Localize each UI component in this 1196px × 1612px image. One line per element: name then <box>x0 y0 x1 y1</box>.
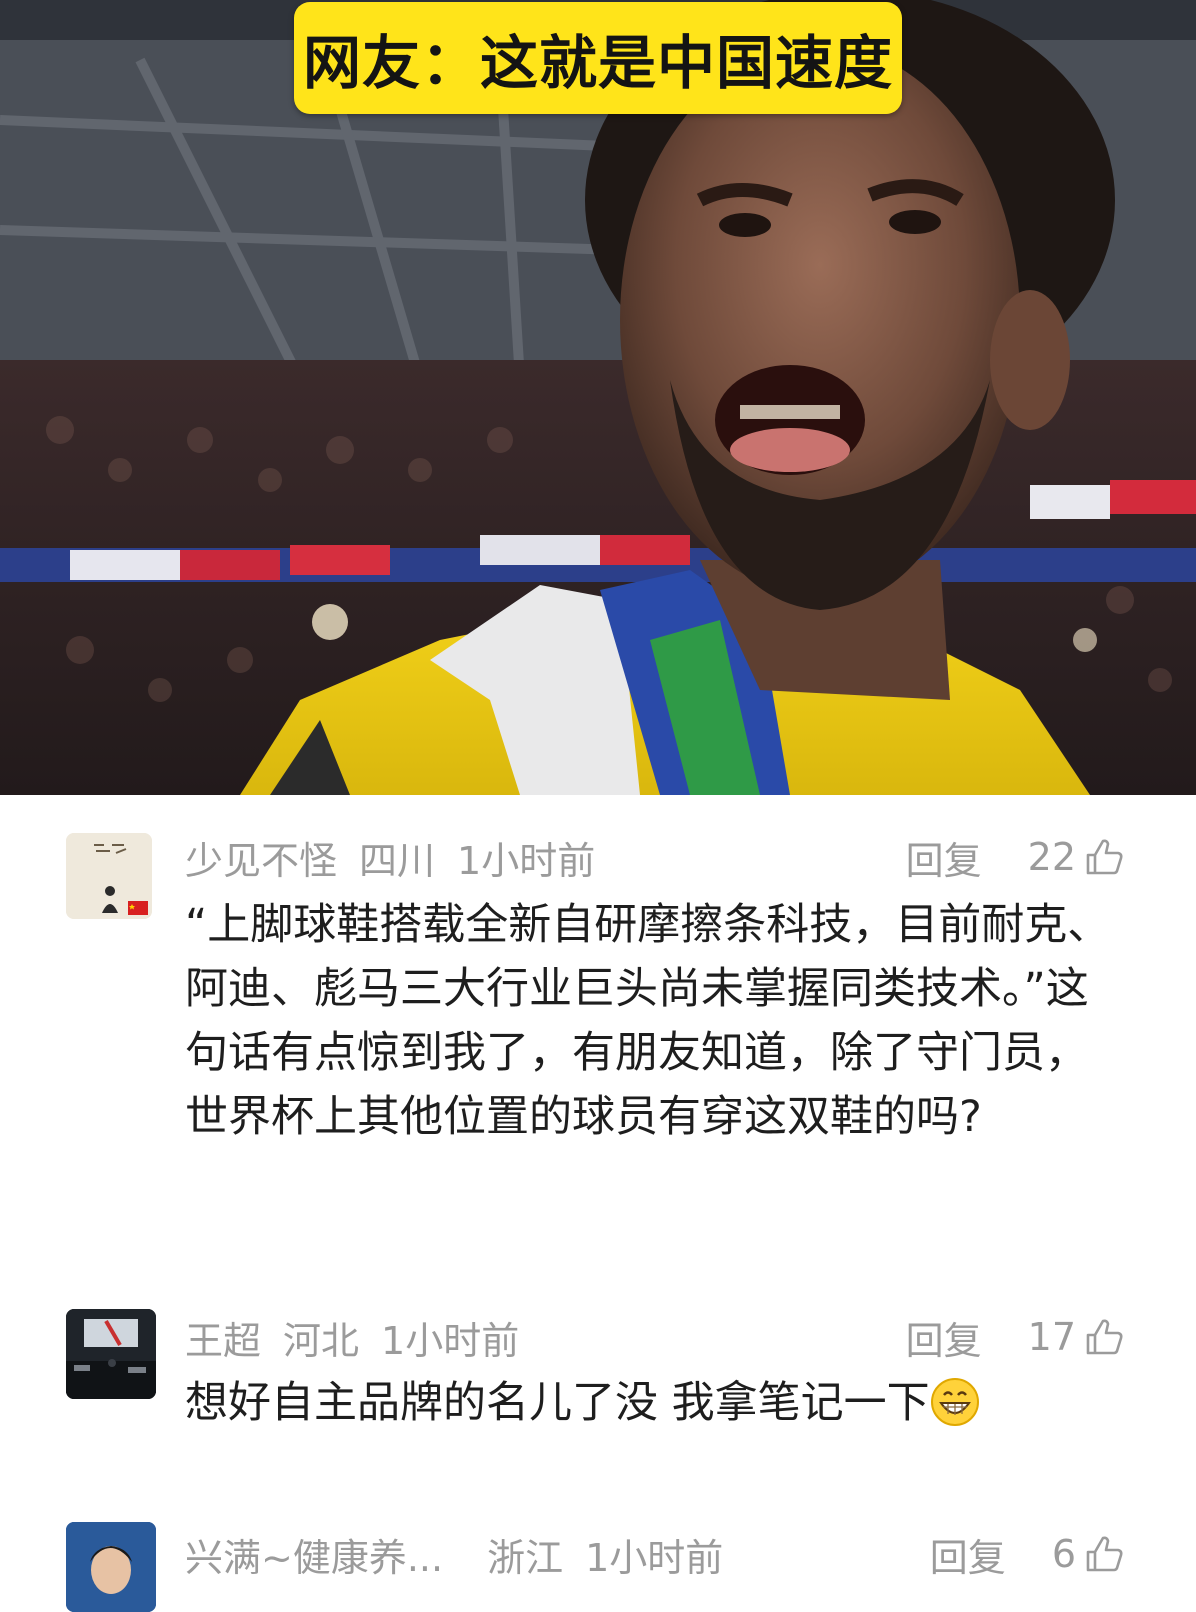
thumbs-up-icon[interactable] <box>1082 835 1126 879</box>
commenter-region: 四川 <box>359 838 436 883</box>
commenter-region: 浙江 <box>487 1535 564 1580</box>
comment-meta: 兴满~健康养... 浙江 1小时前 <box>185 1526 723 1582</box>
comment-actions: 回复 17 <box>906 1309 1126 1365</box>
avatar-man-portrait-icon <box>66 1522 156 1612</box>
like-count: 22 <box>1027 835 1076 879</box>
comment-text: 想好自主品牌的名儿了没 我拿笔记一下 <box>185 1378 930 1428</box>
comment-text-container: 想好自主品牌的名儿了没 我拿笔记一下 <box>185 1371 1125 1435</box>
comment-meta: 王超 河北 1小时前 <box>185 1309 519 1365</box>
hero-photo: 网友：这就是中国速度 <box>0 0 1196 795</box>
caption-text: 网友：这就是中国速度 <box>302 29 893 97</box>
caption-badge: 网友：这就是中国速度 <box>294 2 902 114</box>
like-count: 6 <box>1051 1532 1076 1576</box>
like-count: 17 <box>1027 1315 1076 1359</box>
avatar-dark-street-scene-icon <box>66 1309 156 1399</box>
reply-button[interactable]: 回复 <box>930 1527 1006 1582</box>
player-photo-illustration <box>0 0 1196 795</box>
grinning-face-emoji-icon <box>930 1378 979 1426</box>
thumbs-up-icon[interactable] <box>1082 1532 1126 1576</box>
reply-button[interactable]: 回复 <box>906 1310 982 1365</box>
avatar-calligraphy-figure-icon <box>66 833 152 919</box>
commenter-name[interactable]: 兴满~健康养... <box>185 1527 443 1582</box>
commenter-name[interactable]: 少见不怪 <box>185 830 337 885</box>
comment-text: “上脚球鞋搭载全新自研摩擦条科技，目前耐克、阿迪、彪马三大行业巨头尚未掌握同类技… <box>185 900 1111 1142</box>
commenter-name[interactable]: 王超 <box>185 1310 261 1365</box>
commenter-avatar[interactable] <box>66 833 152 919</box>
commenter-region: 河北 <box>283 1318 360 1363</box>
commenter-avatar[interactable] <box>66 1522 156 1612</box>
comment-meta: 少见不怪 四川 1小时前 <box>185 829 595 885</box>
comment-actions: 回复 6 <box>930 1526 1126 1582</box>
comment-actions: 回复 22 <box>906 829 1126 885</box>
thumbs-up-icon[interactable] <box>1082 1315 1126 1359</box>
comment-time: 1小时前 <box>585 1535 724 1580</box>
comment-time: 1小时前 <box>457 838 596 883</box>
comment-list: 少见不怪 四川 1小时前 回复 22 “上脚球鞋搭载全新自研摩擦条科技，目前耐克… <box>0 795 1196 1612</box>
commenter-avatar[interactable] <box>66 1309 156 1399</box>
reply-button[interactable]: 回复 <box>906 830 982 885</box>
comment-time: 1小时前 <box>381 1318 520 1363</box>
